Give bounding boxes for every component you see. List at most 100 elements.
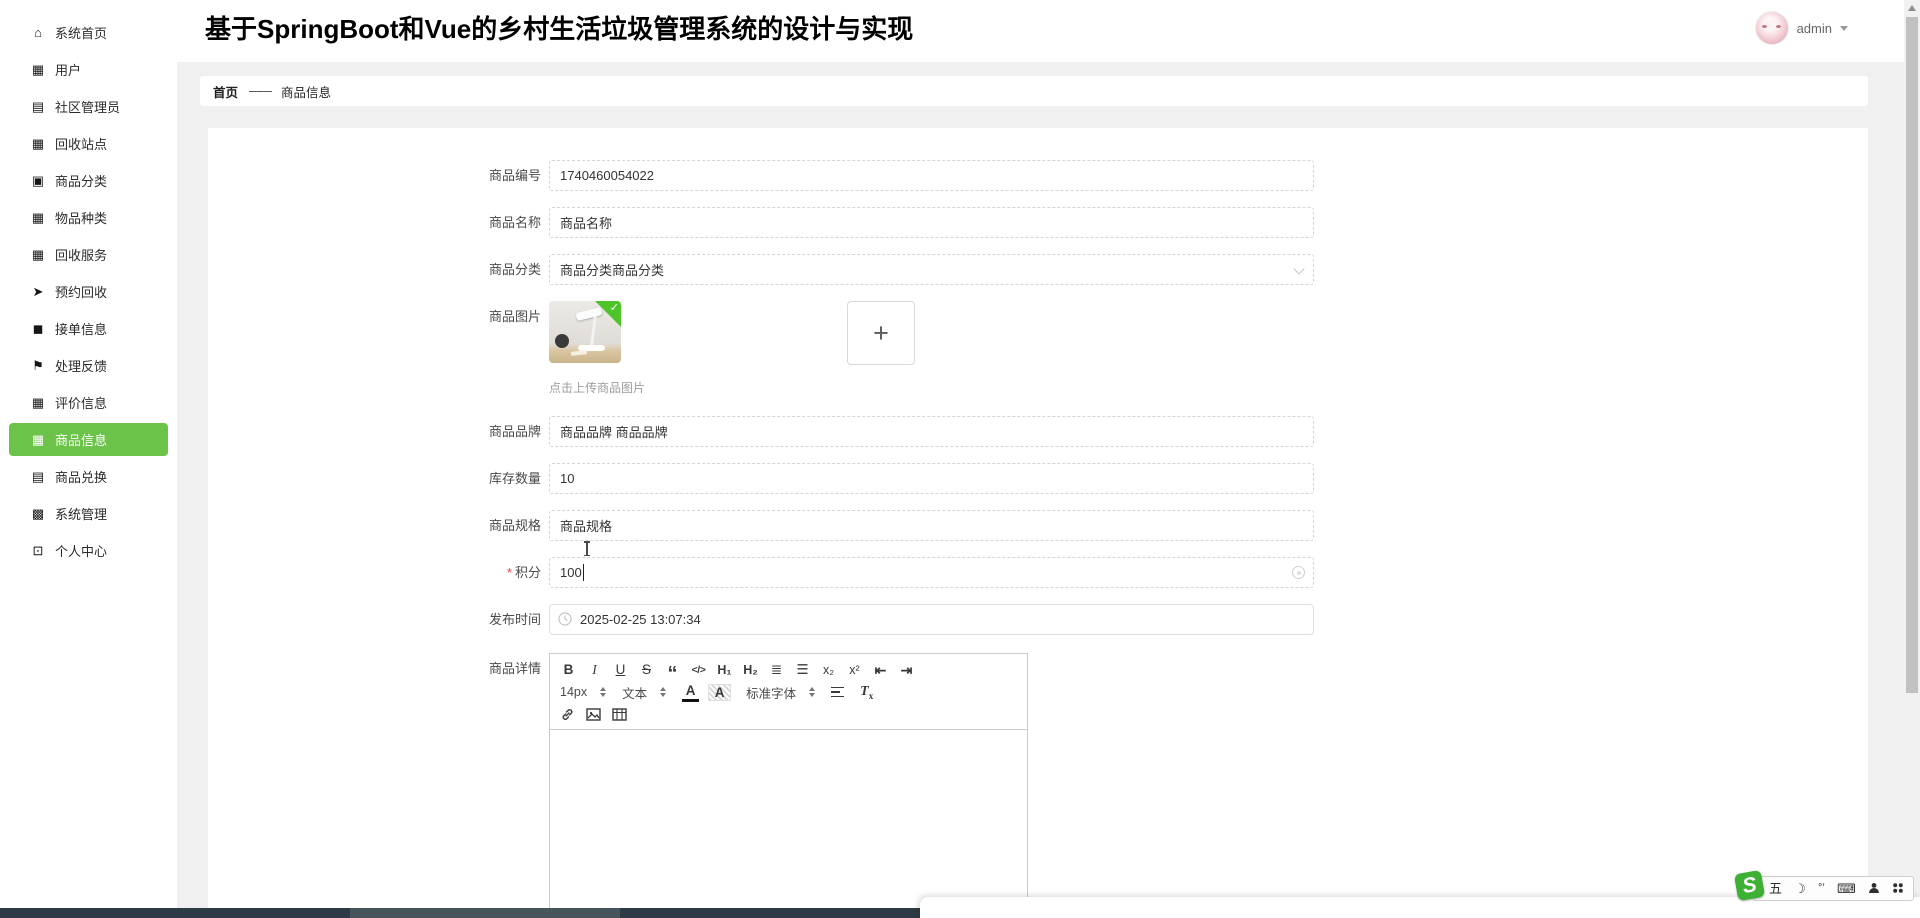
sidebar-item-label: 处理反馈: [55, 359, 108, 374]
sidebar-item[interactable]: ▦ 商品信息: [9, 423, 168, 456]
sidebar-item[interactable]: ▤ 商品兑换: [0, 458, 177, 495]
editor-toolbar-button[interactable]: B: [560, 660, 577, 680]
editor-toolbar-button[interactable]: ⇥: [898, 660, 915, 680]
form-row-spec: 商品规格: [208, 510, 1868, 541]
breadcrumb-home[interactable]: 首页: [213, 82, 238, 101]
editor-toolbar-button[interactable]: I: [586, 660, 603, 680]
editor-toolbar-button[interactable]: “: [664, 663, 681, 684]
picker-arrows-icon: [809, 687, 816, 697]
sidebar-item-icon: ▦: [31, 209, 45, 225]
upload-image-button[interactable]: +: [847, 301, 915, 365]
scrollbar-up-arrow[interactable]: [1908, 5, 1916, 11]
sidebar-item-label: 个人中心: [55, 544, 108, 559]
editor-toolbar-button[interactable]: H₂: [742, 660, 759, 680]
form-row-product-name: 商品名称: [208, 207, 1868, 238]
text-color-button[interactable]: A: [682, 683, 700, 702]
scrollbar-thumb[interactable]: [1906, 17, 1918, 693]
form-row-points: * 积分: [208, 541, 1868, 588]
points-label: * 积分: [506, 565, 541, 580]
ime-wubi-key[interactable]: 五: [1769, 882, 1782, 895]
editor-content-area[interactable]: [550, 730, 1027, 918]
category-select[interactable]: [549, 254, 1314, 285]
header: 基于SpringBoot和Vue的乡村生活垃圾管理系统的设计与实现 admin: [177, 0, 1904, 62]
sidebar-item-icon: ▤: [31, 98, 45, 114]
sidebar-item-label: 回收站点: [55, 137, 108, 152]
sidebar-item-icon: ◼: [32, 320, 44, 336]
product-name-input[interactable]: [549, 207, 1314, 238]
background-color-button[interactable]: A: [708, 683, 732, 701]
sidebar-item[interactable]: ⊡ 个人中心: [0, 532, 177, 569]
upload-hint: 点击上传商品图片: [549, 381, 646, 395]
stock-input[interactable]: [549, 463, 1314, 494]
person-icon[interactable]: [1868, 882, 1880, 896]
font-size-picker[interactable]: 14px: [560, 685, 607, 699]
keyboard-icon[interactable]: ⌨: [1837, 882, 1856, 895]
product-image-thumbnail[interactable]: ✓: [549, 301, 621, 363]
video-button[interactable]: [612, 707, 627, 722]
editor-toolbar-button[interactable]: U: [612, 660, 629, 680]
editor-toolbar-row2: 14px 文本 A A 标准字体 Tx: [560, 681, 1017, 703]
rich-text-editor: B I U S “ </> H₁ H₂ ≣ ☰ x₂ x² ⇤ ⇥ 14px 文本 A A: [549, 653, 1028, 918]
chevron-down-icon: [1840, 25, 1848, 31]
paragraph-format-picker[interactable]: 文本: [622, 683, 667, 702]
avatar[interactable]: [1754, 11, 1789, 45]
grid-icon[interactable]: [1892, 882, 1904, 896]
sidebar-item[interactable]: ▣ 商品分类: [0, 162, 177, 199]
sidebar-item-icon: ⌂: [34, 25, 42, 40]
sidebar-item[interactable]: ▦ 回收站点: [0, 125, 177, 162]
sidebar-item[interactable]: ▦ 评价信息: [0, 384, 177, 421]
sidebar-item[interactable]: ▦ 物品种类: [0, 199, 177, 236]
breadcrumb-current: 商品信息: [281, 85, 332, 100]
link-button[interactable]: [560, 707, 575, 722]
number-control-icon[interactable]: [1292, 566, 1305, 579]
moon-icon[interactable]: ☽: [1794, 882, 1806, 895]
brand-input[interactable]: [549, 416, 1314, 447]
browser-scrollbar[interactable]: [1904, 0, 1920, 918]
editor-toolbar-button[interactable]: x₂: [820, 660, 837, 680]
sidebar-item-label: 系统管理: [55, 507, 108, 522]
sidebar-item[interactable]: ⚑ 处理反馈: [0, 347, 177, 384]
brand-label: 商品品牌: [488, 424, 541, 439]
sidebar-item[interactable]: ⌂ 系统首页: [0, 14, 177, 51]
sidebar-item-label: 用户: [55, 63, 82, 78]
sogou-logo[interactable]: S: [1733, 869, 1766, 902]
publish-time-label: 发布时间: [488, 612, 541, 627]
sidebar-item-icon: ▦: [31, 135, 45, 151]
form-row-stock: 库存数量: [208, 463, 1868, 494]
spec-input[interactable]: [549, 510, 1314, 541]
sidebar-item-icon: ⚑: [32, 357, 44, 373]
sidebar-item-icon: ▦: [31, 394, 45, 410]
image-label: 商品图片: [488, 309, 541, 324]
editor-toolbar-button[interactable]: </>: [690, 660, 707, 680]
image-button[interactable]: [586, 707, 601, 722]
picker-arrows-icon: [660, 687, 667, 697]
sidebar-item[interactable]: ◼ 接单信息: [0, 310, 177, 347]
font-family-picker[interactable]: 标准字体: [746, 683, 816, 702]
sidebar-item[interactable]: ➤ 预约回收: [0, 273, 177, 310]
editor-toolbar-button[interactable]: S: [638, 660, 655, 680]
user-menu[interactable]: admin: [1754, 11, 1848, 45]
publish-time-input[interactable]: [549, 604, 1314, 635]
product-no-input[interactable]: [549, 160, 1314, 191]
editor-toolbar-button[interactable]: ≣: [768, 660, 785, 680]
editor-toolbar-button[interactable]: x²: [846, 660, 863, 680]
clock-icon: [558, 612, 572, 626]
sidebar-item[interactable]: ▦ 用户: [0, 51, 177, 88]
sidebar-item[interactable]: ▦ 回收服务: [0, 236, 177, 273]
clean-format-button[interactable]: Tx: [860, 684, 873, 701]
sidebar-item-icon: ▦: [31, 431, 45, 447]
editor-toolbar-row1: B I U S “ </> H₁ H₂ ≣ ☰ x₂ x² ⇤ ⇥: [560, 659, 1017, 684]
product-form: 商品编号 商品名称 商品分类 商品图片: [208, 128, 1868, 918]
align-button[interactable]: [831, 686, 845, 698]
sidebar-menu: ⌂ 系统首页 ▦ 用户 ▤ 社区管理员 ▦ 回收站点 ▣ 商品分类 ▦ 物品种类…: [0, 0, 177, 569]
sidebar-item-label: 商品分类: [55, 174, 108, 189]
editor-toolbar-button[interactable]: H₁: [716, 660, 733, 680]
product-form-card: 商品编号 商品名称 商品分类 商品图片: [208, 128, 1868, 918]
editor-toolbar-button[interactable]: ☰: [794, 660, 811, 680]
sidebar-item[interactable]: ▤ 社区管理员: [0, 88, 177, 125]
punctuation-icon[interactable]: °’: [1818, 883, 1825, 894]
form-row-brand: 商品品牌: [208, 416, 1868, 447]
sidebar-item[interactable]: ▩ 系统管理: [0, 495, 177, 532]
points-input[interactable]: [549, 557, 1314, 588]
editor-toolbar-button[interactable]: ⇤: [872, 660, 889, 680]
